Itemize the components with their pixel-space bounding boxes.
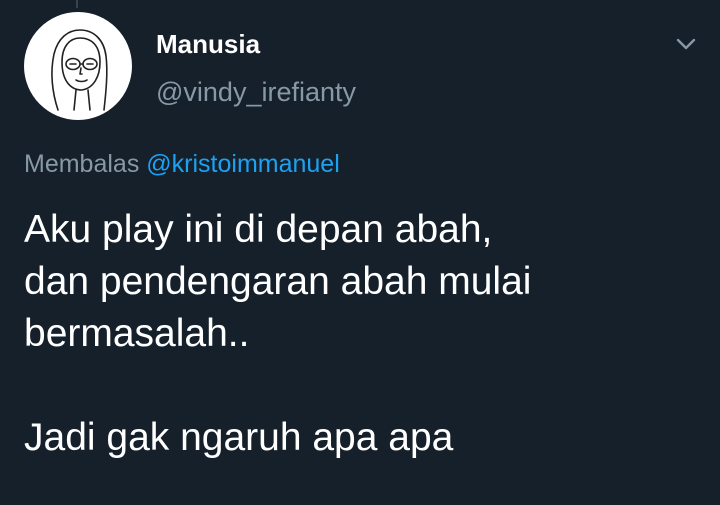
avatar[interactable] bbox=[24, 12, 132, 120]
author-handle[interactable]: @vindy_irefianty bbox=[156, 75, 356, 109]
reply-mention-link[interactable]: @kristoimmanuel bbox=[146, 150, 339, 178]
tweet-text-line: bermasalah.. bbox=[24, 312, 250, 355]
tweet-text: Aku play ini di depan abah, dan pendenga… bbox=[24, 204, 704, 464]
face-drawing-icon bbox=[51, 29, 108, 111]
reply-prefix: Membalas bbox=[24, 150, 140, 178]
tweet-text-line: dan pendengaran abah mulai bbox=[24, 260, 532, 303]
paragraph-break bbox=[24, 360, 704, 412]
tweet-text-line: Aku play ini di depan abah, bbox=[24, 208, 493, 251]
thread-connector-line bbox=[76, 0, 78, 8]
author-display-name[interactable]: Manusia bbox=[156, 28, 260, 60]
chevron-down-icon[interactable] bbox=[670, 30, 702, 58]
reply-context: Membalas @kristoimmanuel bbox=[24, 147, 340, 181]
tweet-text-line: Jadi gak ngaruh apa apa bbox=[24, 416, 454, 459]
